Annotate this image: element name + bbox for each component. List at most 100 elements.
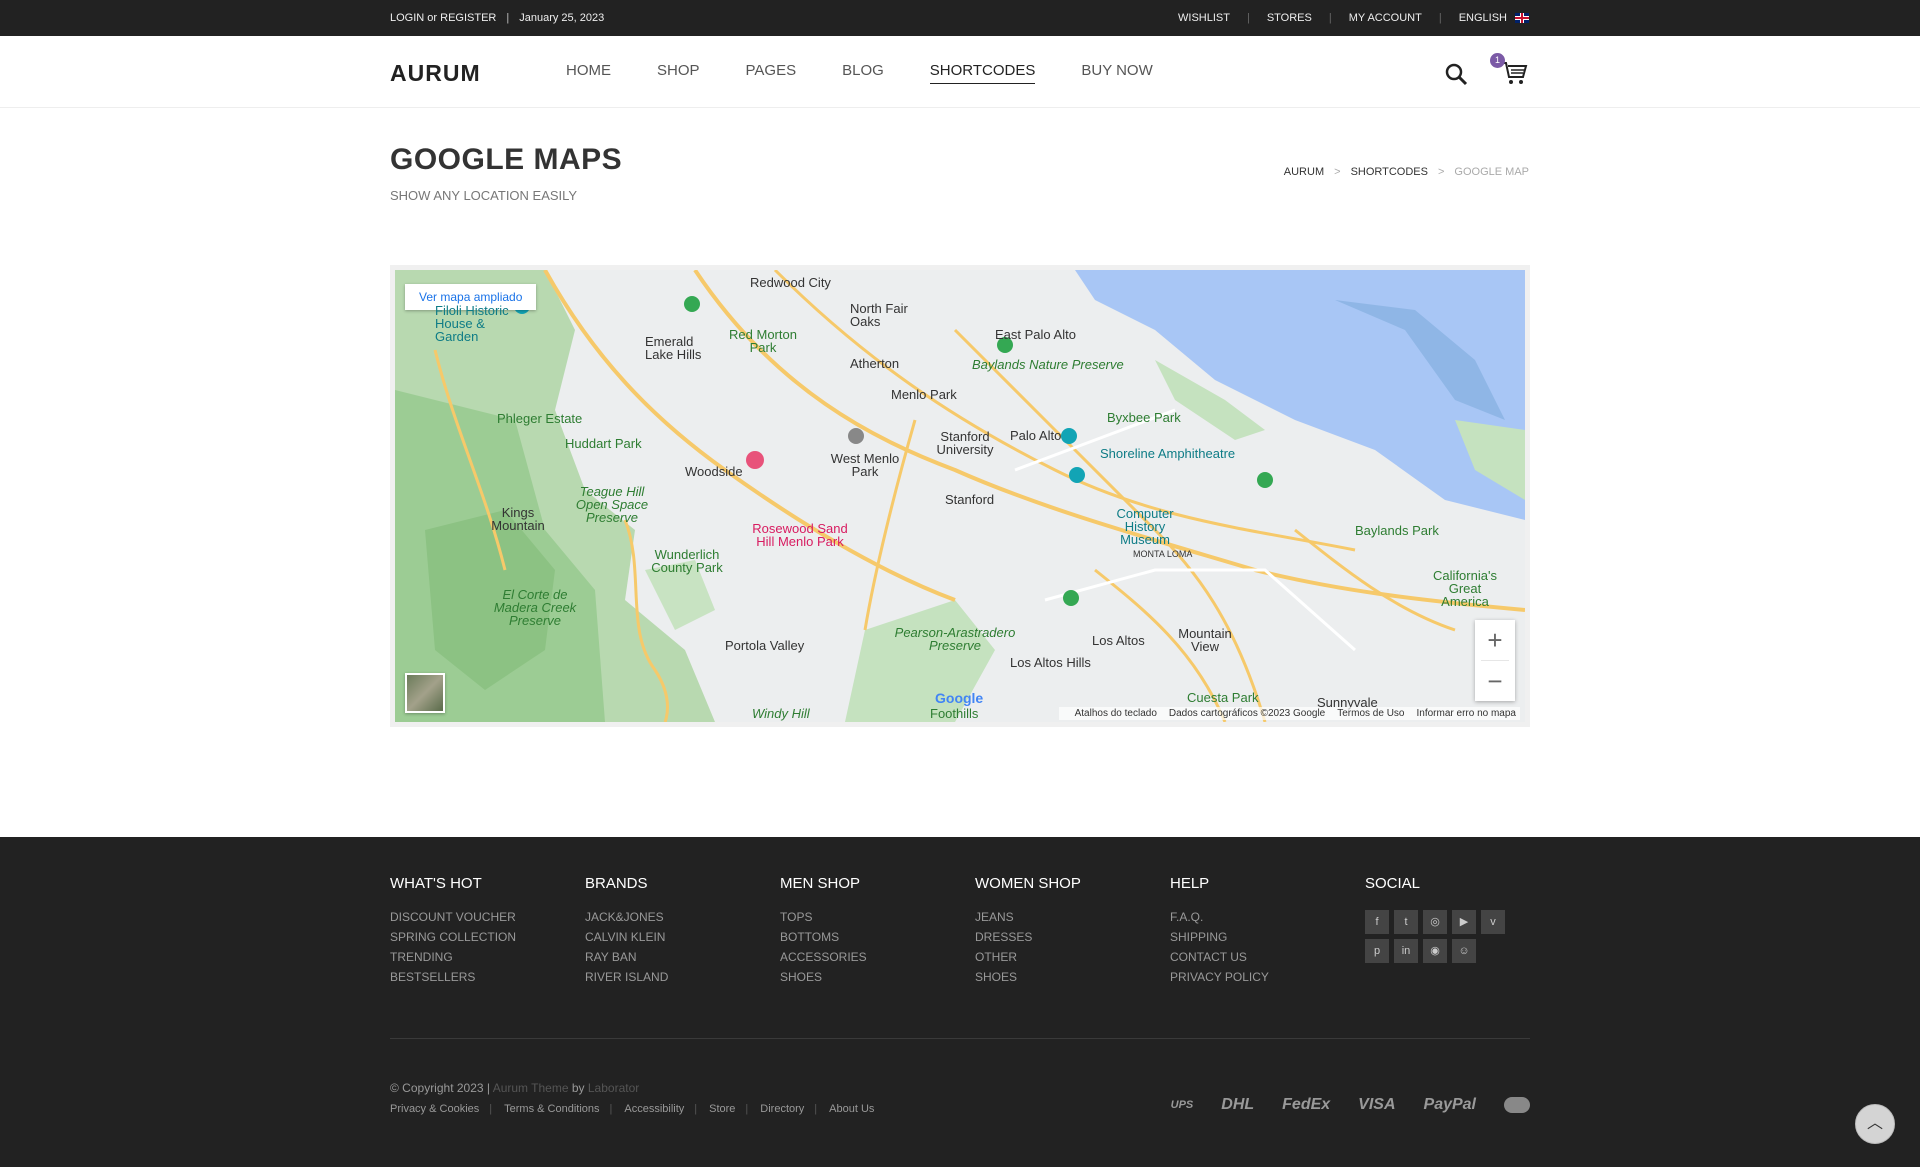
language-selector[interactable]: ENGLISH	[1459, 12, 1507, 24]
footer-col-social: SOCIAL f t ◎ ▶ v p in ◉ ☺	[1365, 875, 1515, 968]
footer-link[interactable]: RAY BAN	[585, 950, 668, 964]
theme-link[interactable]: Aurum Theme	[493, 1081, 569, 1095]
instagram-icon[interactable]: ◎	[1423, 910, 1447, 934]
map-label-huddart-park: Huddart Park	[565, 436, 642, 451]
footer-col-whats-hot: WHAT'S HOT DISCOUNT VOUCHER SPRING COLLE…	[390, 875, 516, 990]
footer-link[interactable]: TRENDING	[390, 950, 516, 964]
map-label-atherton: Atherton	[850, 356, 900, 371]
footer-col-title: SOCIAL	[1365, 875, 1421, 892]
footer-link[interactable]: JACK&JONES	[585, 910, 668, 924]
nav-pages[interactable]: PAGES	[746, 62, 797, 84]
nav-shop[interactable]: SHOP	[657, 62, 700, 84]
scroll-to-top-button[interactable]: ︿	[1855, 1104, 1895, 1144]
map-label-baylands-nature-preserve: Baylands Nature Preserve	[972, 357, 1124, 372]
footer-link[interactable]: DISCOUNT VOUCHER	[390, 910, 516, 924]
google-map[interactable]: Ver mapa ampliado Redwood City North Fai…	[390, 265, 1530, 727]
footer-link[interactable]: DRESSES	[975, 930, 1081, 944]
snapchat-icon[interactable]: ☺	[1452, 939, 1476, 963]
map-label-stanford: Stanford	[945, 492, 995, 507]
facebook-icon[interactable]: f	[1365, 910, 1389, 934]
site-header: AURUM HOME SHOP PAGES BLOG SHORTCODES BU…	[0, 36, 1920, 108]
map-label-kings-mountain: Kings Mountain	[491, 505, 545, 533]
paypal-logo: PayPal	[1423, 1096, 1476, 1113]
zoom-in-button[interactable]: +	[1475, 620, 1515, 660]
nav-blog[interactable]: BLOG	[842, 62, 884, 84]
footer-link[interactable]: JEANS	[975, 910, 1081, 924]
report-map-error-link[interactable]: Informar erro no mapa	[1417, 708, 1517, 719]
map-label-west-menlo-park: West Menlo Park	[830, 451, 900, 479]
footer-link[interactable]: PRIVACY POLICY	[1170, 970, 1269, 984]
nav-shortcodes[interactable]: SHORTCODES	[929, 62, 1036, 84]
youtube-icon[interactable]: ▶	[1452, 910, 1476, 934]
site-logo[interactable]: AURUM	[390, 60, 481, 87]
map-label-wunderlich: Wunderlich County Park	[651, 547, 723, 575]
keyboard-shortcuts-link[interactable]: Atalhos do teclado	[1075, 708, 1157, 719]
map-label-pearson: Pearson-Arastradero Preserve	[894, 625, 1016, 653]
accessibility-link[interactable]: Accessibility	[624, 1103, 684, 1115]
wishlist-link[interactable]: WISHLIST	[1178, 12, 1230, 24]
map-label-foothills: Foothills	[930, 706, 979, 721]
footer-link[interactable]: BESTSELLERS	[390, 970, 516, 984]
footer-link[interactable]: SPRING COLLECTION	[390, 930, 516, 944]
login-register-link[interactable]: LOGIN or REGISTER	[390, 12, 496, 24]
twitter-icon[interactable]: t	[1394, 910, 1418, 934]
terms-of-use-link[interactable]: Termos de Uso	[1337, 708, 1404, 719]
footer-link[interactable]: RIVER ISLAND	[585, 970, 668, 984]
footer-link[interactable]: F.A.Q.	[1170, 910, 1269, 924]
map-label-windy-hill: Windy Hill	[752, 706, 810, 721]
search-icon[interactable]	[1444, 62, 1468, 86]
footer-link[interactable]: OTHER	[975, 950, 1081, 964]
about-us-link[interactable]: About Us	[829, 1103, 874, 1115]
map-label-menlo-park: Menlo Park	[891, 387, 957, 402]
ups-logo: UPS	[1170, 1099, 1194, 1111]
terms-link[interactable]: Terms & Conditions	[504, 1103, 599, 1115]
linkedin-icon[interactable]: in	[1394, 939, 1418, 963]
zoom-out-button[interactable]: −	[1475, 661, 1515, 701]
map-label-mountain-view: Mountain View	[1178, 626, 1232, 654]
map-label-woodside: Woodside	[685, 464, 743, 479]
map-data-credit: Dados cartográficos ©2023 Google	[1168, 708, 1326, 719]
footer-link[interactable]: CONTACT US	[1170, 950, 1269, 964]
map-label-north-fair-oaks: North Fair Oaks	[850, 301, 908, 329]
map-label-palo-alto: Palo Alto	[1010, 428, 1062, 443]
dhl-logo: DHL	[1221, 1096, 1255, 1113]
footer-link[interactable]: BOTTOMS	[780, 930, 867, 944]
map-label-los-altos-hills: Los Altos Hills	[1010, 655, 1091, 670]
privacy-link[interactable]: Privacy & Cookies	[390, 1103, 479, 1115]
map-label-red-morton-park: Red Morton Park	[729, 327, 797, 355]
my-account-link[interactable]: MY ACCOUNT	[1349, 12, 1422, 24]
dribbble-icon[interactable]: ◉	[1423, 939, 1447, 963]
footer-link[interactable]: ACCESSORIES	[780, 950, 867, 964]
pinterest-icon[interactable]: p	[1365, 939, 1389, 963]
map-label-baylands-park: Baylands Park	[1355, 523, 1439, 538]
footer-col-title: MEN SHOP	[780, 875, 861, 892]
stores-link[interactable]: STORES	[1267, 12, 1312, 24]
nav-buy-now[interactable]: BUY NOW	[1081, 62, 1152, 84]
top-bar: LOGIN or REGISTER | January 25, 2023 WIS…	[0, 0, 1920, 36]
map-label-los-altos: Los Altos	[1092, 633, 1145, 648]
footer-link[interactable]: CALVIN KLEIN	[585, 930, 668, 944]
footer-link[interactable]: SHOES	[975, 970, 1081, 984]
vimeo-icon[interactable]: v	[1481, 910, 1505, 934]
map-label-byxbee-park: Byxbee Park	[1107, 410, 1181, 425]
google-logo: Google	[935, 690, 984, 706]
breadcrumb-home[interactable]: AURUM	[1284, 166, 1324, 178]
map-label-rosewood: Rosewood Sand Hill Menlo Park	[752, 521, 848, 549]
store-link[interactable]: Store	[709, 1103, 735, 1115]
map-label-el-corte: El Corte de Madera Creek Preserve	[493, 587, 577, 628]
main-nav: HOME SHOP PAGES BLOG SHORTCODES BUY NOW	[566, 62, 1199, 84]
directory-link[interactable]: Directory	[760, 1103, 804, 1115]
fedex-logo: FedEx	[1282, 1096, 1331, 1113]
footer-col-title: BRANDS	[585, 875, 648, 892]
author-link[interactable]: Laborator	[588, 1081, 639, 1095]
satellite-toggle-button[interactable]	[405, 673, 445, 713]
map-label-east-palo-alto: East Palo Alto	[995, 327, 1076, 342]
nav-home[interactable]: HOME	[566, 62, 611, 84]
footer-link[interactable]: SHOES	[780, 970, 867, 984]
footer-link[interactable]: SHIPPING	[1170, 930, 1269, 944]
uk-flag-icon	[1515, 13, 1529, 23]
breadcrumb-shortcodes[interactable]: SHORTCODES	[1351, 166, 1428, 178]
footer-bottom-links: Privacy & Cookies | Terms & Conditions | A…	[390, 1103, 875, 1115]
chevron-right-icon: >	[1437, 166, 1445, 178]
footer-link[interactable]: TOPS	[780, 910, 867, 924]
